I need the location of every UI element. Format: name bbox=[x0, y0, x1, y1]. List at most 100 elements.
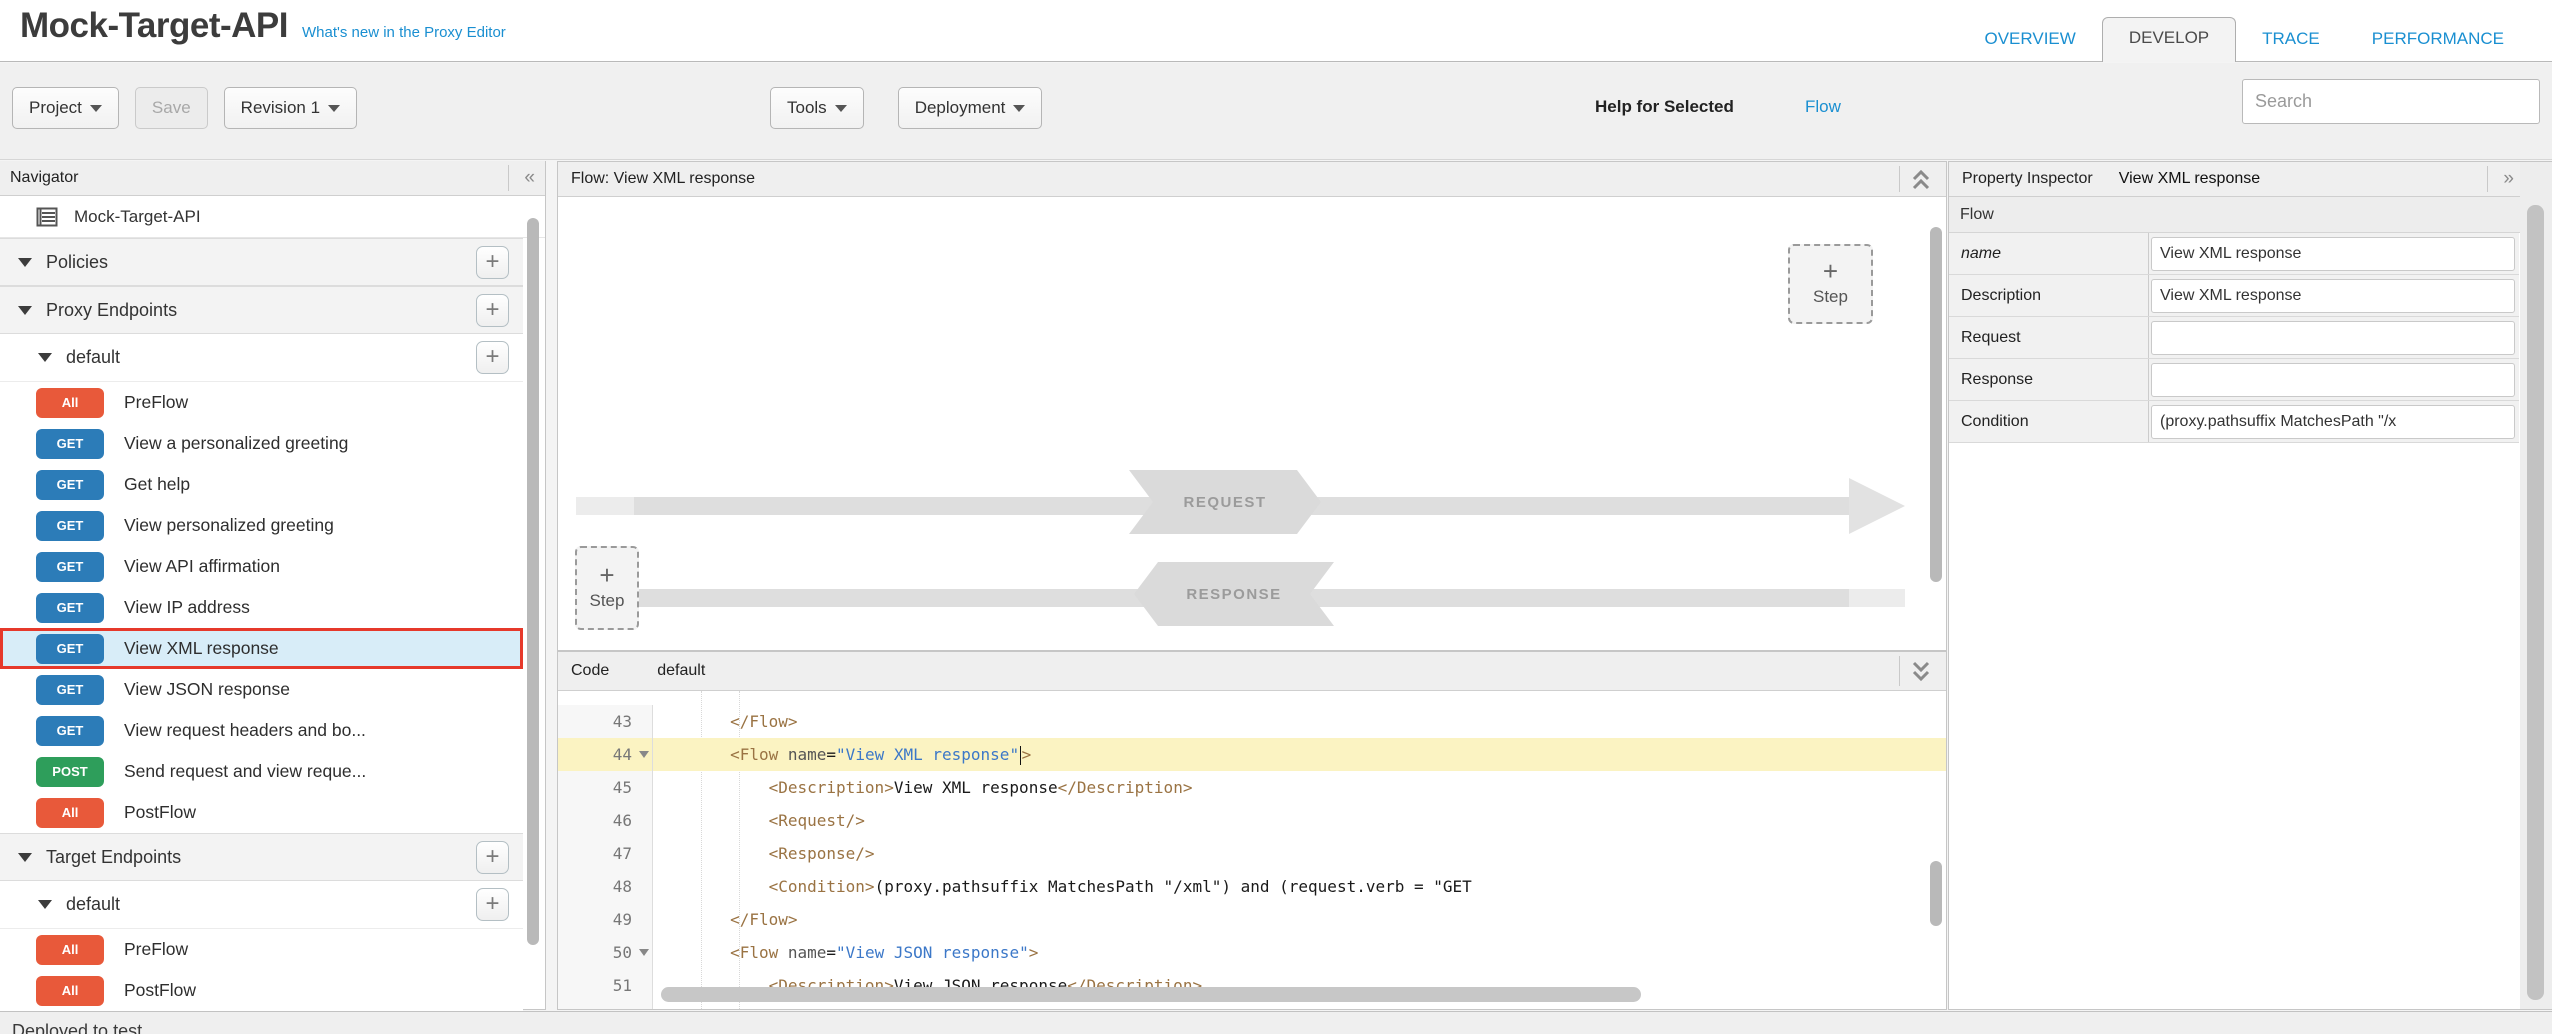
navigator-section-policies[interactable]: Policies+ bbox=[0, 238, 523, 286]
method-badge: GET bbox=[36, 470, 104, 500]
caret-down-icon[interactable] bbox=[18, 258, 32, 267]
code-text: <Flow name="View JSON response"> bbox=[653, 936, 1946, 969]
code-line-44[interactable]: 44 <Flow name="View XML response"> bbox=[558, 738, 1946, 771]
revision-menu-button[interactable]: Revision 1 bbox=[224, 87, 357, 129]
response-flow-label: RESPONSE bbox=[1134, 562, 1334, 626]
caret-down-icon[interactable] bbox=[18, 306, 32, 315]
caret-down-icon[interactable] bbox=[38, 353, 52, 362]
method-badge: GET bbox=[36, 552, 104, 582]
navigator-section-proxy-endpoints[interactable]: Proxy Endpoints+ bbox=[0, 286, 523, 334]
fold-caret-icon[interactable] bbox=[639, 949, 649, 956]
add-step-button-response[interactable]: + Step bbox=[575, 546, 639, 630]
navigator-header: Navigator « bbox=[0, 161, 545, 196]
navigator-list: Mock-Target-APIPolicies+Proxy Endpoints+… bbox=[0, 196, 545, 1011]
nav-item-preflow[interactable]: AllPreFlow bbox=[0, 929, 523, 970]
help-for-selected-label: Help for Selected bbox=[1595, 97, 1734, 117]
code-line-48[interactable]: 48 <Condition>(proxy.pathsuffix MatchesP… bbox=[558, 870, 1946, 903]
nav-item-label: PostFlow bbox=[124, 802, 196, 823]
property-inspector-panel: Property Inspector View XML response » F… bbox=[1948, 161, 2552, 1010]
tab-develop[interactable]: DEVELOP bbox=[2102, 17, 2236, 62]
app-header: Mock-Target-API What's new in the Proxy … bbox=[0, 0, 2552, 62]
property-input-description[interactable]: View XML response bbox=[2151, 279, 2515, 313]
status-bar: Deployed to test bbox=[0, 1011, 2552, 1034]
add-button[interactable]: + bbox=[476, 888, 509, 921]
code-horizontal-scrollbar[interactable] bbox=[661, 987, 1641, 1002]
line-number: 49 bbox=[558, 903, 653, 936]
property-scrollbar[interactable] bbox=[2527, 205, 2544, 1000]
navigator-subsection-default[interactable]: default+ bbox=[0, 881, 523, 929]
add-step-button-request[interactable]: + Step bbox=[1788, 244, 1873, 324]
caret-down-icon[interactable] bbox=[38, 900, 52, 909]
navigator-panel: Navigator « Mock-Target-APIPolicies+Prox… bbox=[0, 161, 546, 1010]
property-input-response[interactable] bbox=[2151, 363, 2515, 397]
navigator-section-target-endpoints[interactable]: Target Endpoints+ bbox=[0, 833, 523, 881]
code-editor[interactable]: 43 </Flow>44 <Flow name="View XML respon… bbox=[558, 691, 1946, 1009]
property-row-description: DescriptionView XML response bbox=[1949, 275, 2519, 317]
nav-item-view-request-headers-and-bo[interactable]: GETView request headers and bo... bbox=[0, 710, 523, 751]
tab-trace[interactable]: TRACE bbox=[2236, 19, 2346, 62]
property-input-condition[interactable]: (proxy.pathsuffix MatchesPath "/x bbox=[2151, 405, 2515, 439]
help-flow-link[interactable]: Flow bbox=[1805, 97, 1841, 117]
nav-item-send-request-and-view-reque[interactable]: POSTSend request and view reque... bbox=[0, 751, 523, 792]
property-inspector-header: Property Inspector View XML response » bbox=[1949, 162, 2552, 197]
collapse-up-icon[interactable] bbox=[1910, 169, 1932, 191]
line-number: 45 bbox=[558, 771, 653, 804]
property-row-name: nameView XML response bbox=[1949, 233, 2519, 275]
nav-item-view-xml-response[interactable]: GETView XML response bbox=[0, 628, 523, 669]
page-title: Mock-Target-API bbox=[20, 6, 288, 46]
nav-item-label: Send request and view reque... bbox=[124, 761, 366, 782]
add-button[interactable]: + bbox=[476, 841, 509, 874]
method-badge: GET bbox=[36, 634, 104, 664]
expand-down-icon[interactable] bbox=[1910, 660, 1932, 682]
code-line-49[interactable]: 49 </Flow> bbox=[558, 903, 1946, 936]
code-line-52[interactable]: 52 bbox=[558, 1002, 1946, 1009]
add-button[interactable]: + bbox=[476, 294, 509, 327]
code-line-47[interactable]: 47 <Response/> bbox=[558, 837, 1946, 870]
code-tab-default[interactable]: default bbox=[657, 662, 705, 680]
nav-item-view-ip-address[interactable]: GETView IP address bbox=[0, 587, 523, 628]
tab-overview[interactable]: OVERVIEW bbox=[1959, 19, 2102, 62]
property-value-cell: (proxy.pathsuffix MatchesPath "/x bbox=[2149, 401, 2519, 442]
whats-new-link[interactable]: What's new in the Proxy Editor bbox=[302, 24, 506, 41]
flow-scrollbar[interactable] bbox=[1930, 227, 1942, 582]
nav-item-view-json-response[interactable]: GETView JSON response bbox=[0, 669, 523, 710]
save-button[interactable]: Save bbox=[135, 87, 208, 129]
navigator-subsection-default[interactable]: default+ bbox=[0, 334, 523, 382]
deployment-menu-button[interactable]: Deployment bbox=[898, 87, 1043, 129]
main-tabs: OVERVIEWDEVELOPTRACEPERFORMANCE bbox=[1959, 16, 2531, 62]
code-text: </Flow> bbox=[653, 705, 1946, 738]
nav-item-view-a-personalized-greeting[interactable]: GETView a personalized greeting bbox=[0, 423, 523, 464]
toolbar: Project Save Revision 1 Tools Deployment… bbox=[0, 63, 2552, 160]
nav-item-get-help[interactable]: GETGet help bbox=[0, 464, 523, 505]
property-input-name[interactable]: View XML response bbox=[2151, 237, 2515, 271]
search-input[interactable] bbox=[2242, 79, 2540, 124]
navigator-scrollbar[interactable] bbox=[527, 218, 539, 945]
project-menu-button[interactable]: Project bbox=[12, 87, 119, 129]
request-arrowhead-icon bbox=[1849, 478, 1905, 534]
code-line-46[interactable]: 46 <Request/> bbox=[558, 804, 1946, 837]
line-number: 46 bbox=[558, 804, 653, 837]
caret-down-icon[interactable] bbox=[18, 853, 32, 862]
nav-item-label: PreFlow bbox=[124, 392, 188, 413]
nav-item-view-api-affirmation[interactable]: GETView API affirmation bbox=[0, 546, 523, 587]
code-line-45[interactable]: 45 <Description>View XML response</Descr… bbox=[558, 771, 1946, 804]
navigator-root-item[interactable]: Mock-Target-API bbox=[0, 196, 545, 238]
plus-icon: + bbox=[1823, 261, 1838, 281]
collapse-left-icon[interactable]: « bbox=[524, 167, 535, 189]
tools-menu-button[interactable]: Tools bbox=[770, 87, 864, 129]
tab-performance[interactable]: PERFORMANCE bbox=[2346, 19, 2530, 62]
code-line-43[interactable]: 43 </Flow> bbox=[558, 705, 1946, 738]
nav-item-postflow[interactable]: AllPostFlow bbox=[0, 970, 523, 1011]
add-button[interactable]: + bbox=[476, 341, 509, 374]
property-input-request[interactable] bbox=[2151, 321, 2515, 355]
step-label: Step bbox=[1813, 287, 1848, 307]
expand-right-icon[interactable]: » bbox=[2503, 168, 2514, 190]
code-line-50[interactable]: 50 <Flow name="View JSON response"> bbox=[558, 936, 1946, 969]
nav-item-postflow[interactable]: AllPostFlow bbox=[0, 792, 523, 833]
nav-item-view-personalized-greeting[interactable]: GETView personalized greeting bbox=[0, 505, 523, 546]
add-button[interactable]: + bbox=[476, 246, 509, 279]
nav-item-preflow[interactable]: AllPreFlow bbox=[0, 382, 523, 423]
nav-item-label: View request headers and bo... bbox=[124, 720, 366, 741]
code-vertical-scrollbar[interactable] bbox=[1930, 861, 1942, 926]
fold-caret-icon[interactable] bbox=[639, 751, 649, 758]
